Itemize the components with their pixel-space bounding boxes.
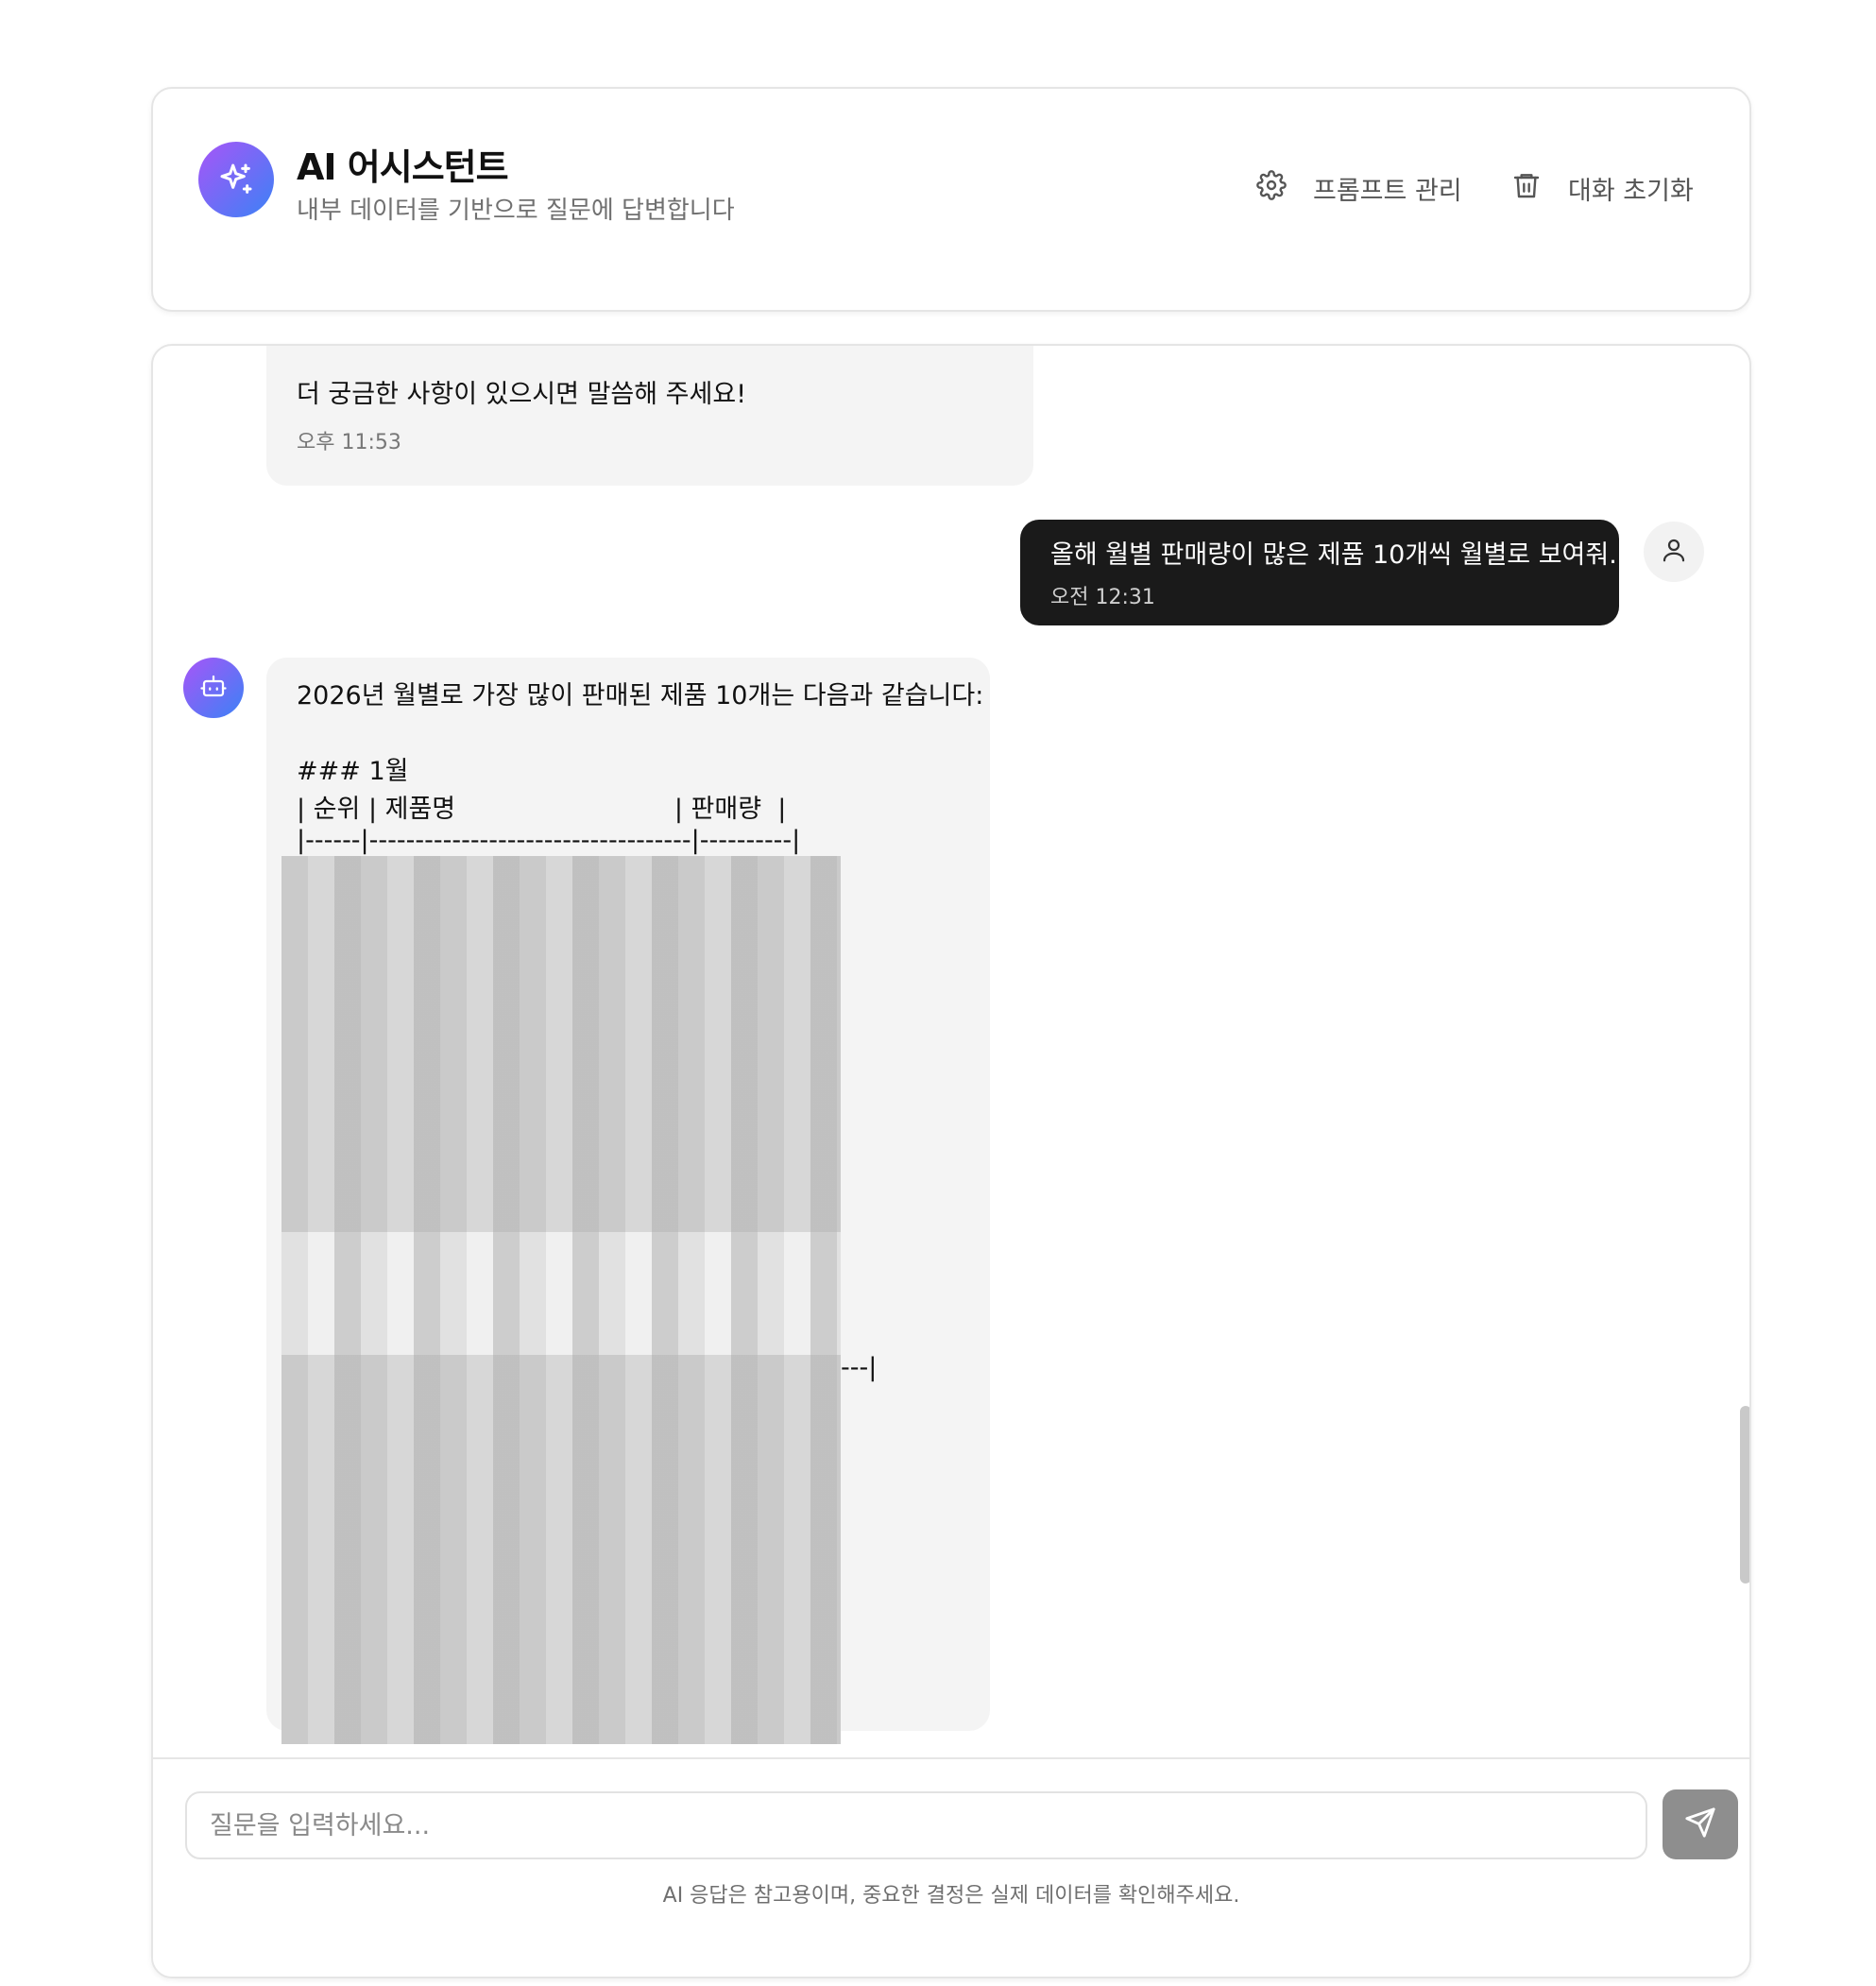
message-text: 올해 월별 판매량이 많은 제품 10개씩 월별로 보여줘. [1050,540,1617,570]
message-list[interactable]: 더 궁금한 사항이 있으시면 말씀해 주세요! 오후 11:53 올해 월별 판… [153,346,1749,1757]
scrollbar[interactable] [1740,1406,1749,1584]
table-divider: |------|--------------------------------… [297,826,801,855]
gear-icon [1256,169,1287,207]
pixelated-content [281,1232,841,1355]
bot-icon [199,672,228,704]
prompt-manage-label: 프롬프트 관리 [1313,176,1462,206]
message-timestamp: 오후 11:53 [297,431,401,454]
message-timestamp: 오전 12:31 [1050,586,1155,609]
disclaimer-text: AI 응답은 참고용이며, 중요한 결정은 실제 데이터를 확인해주세요. [662,1884,1240,1908]
bot-avatar [183,658,244,718]
page-title: AI 어시스턴트 [297,146,509,188]
header-card: AI 어시스턴트 내부 데이터를 기반으로 질문에 답변합니다 프롬프트 관리 … [151,87,1751,312]
message-text: 더 궁금한 사항이 있으시면 말씀해 주세요! [297,380,747,409]
user-icon [1660,536,1688,568]
user-message-bubble: 올해 월별 판매량이 많은 제품 10개씩 월별로 보여줘. 오전 12:31 [1020,520,1619,625]
send-button[interactable] [1663,1789,1738,1859]
reset-chat-button[interactable]: 대화 초기화 [1511,164,1694,212]
input-area: AI 응답은 참고용이며, 중요한 결정은 실제 데이터를 확인해주세요. [153,1757,1749,1977]
table-divider-tail: ---| [841,1353,878,1382]
table-header: | 순위 | 제품명 | 판매량 | [297,795,787,824]
question-input[interactable] [185,1791,1647,1859]
trash-icon [1511,170,1542,207]
reset-chat-label: 대화 초기화 [1568,176,1694,206]
ai-message-bubble: 더 궁금한 사항이 있으시면 말씀해 주세요! 오후 11:53 [266,346,1033,486]
prompt-manage-button[interactable]: 프롬프트 관리 [1256,164,1462,212]
message-text: 2026년 월별로 가장 많이 판매된 제품 10개는 다음과 같습니다: [297,681,984,711]
message-heading: ### 1월 [297,757,409,786]
sparkles-icon [198,142,274,217]
page-subtitle: 내부 데이터를 기반으로 질문에 답변합니다 [297,197,735,225]
user-avatar [1644,522,1704,582]
chat-card: 더 궁금한 사항이 있으시면 말씀해 주세요! 오후 11:53 올해 월별 판… [151,344,1751,1978]
send-icon [1684,1806,1716,1842]
